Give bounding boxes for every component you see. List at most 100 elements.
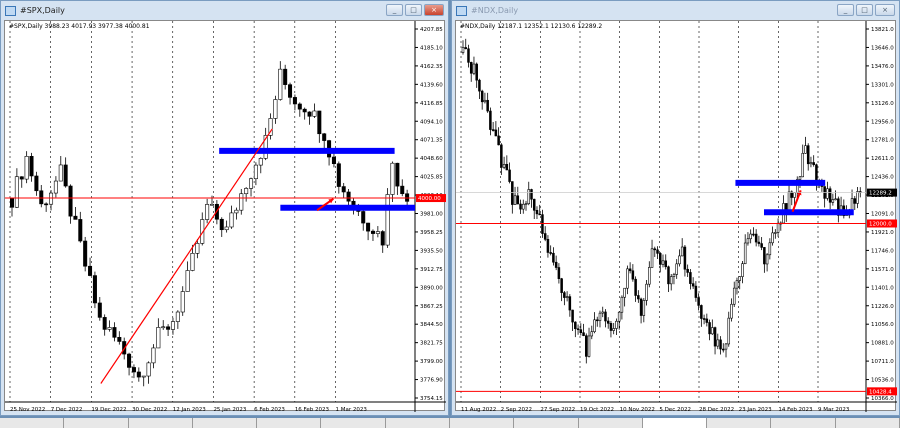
price-label: 3754.15 (420, 396, 443, 402)
candle-body (626, 268, 629, 289)
candle-body (765, 254, 769, 265)
price-label: 3867.25 (420, 304, 443, 310)
candle-body (400, 185, 405, 195)
candle-body (467, 48, 470, 63)
candle-body (812, 162, 815, 166)
candle-body (14, 176, 19, 208)
price-label: 11921.0 (871, 230, 894, 236)
chart-tab[interactable] (771, 418, 836, 428)
candle-body (475, 63, 478, 81)
chart-window-icon (456, 5, 467, 16)
date-label: 28 Dec 2022 (699, 407, 734, 412)
candle-body (563, 292, 566, 298)
candle-body (234, 209, 239, 214)
ndx-window[interactable]: #NDX,Daily _ □ × #NDX,Daily 12187.1 12352.… (451, 0, 900, 416)
candle-body (705, 318, 709, 323)
price-label: 4139.60 (420, 82, 443, 88)
candle-body (92, 275, 97, 304)
date-label: 30 Dec 2022 (132, 407, 167, 412)
candle-body (486, 99, 489, 112)
spx-chart[interactable]: #SPX,Daily 3988.23 4017.93 3977.38 4000.… (4, 20, 446, 412)
chart-window-icon (5, 5, 16, 16)
price-label: 13646.0 (871, 45, 894, 51)
candle-body (694, 285, 698, 298)
candle-body (478, 79, 481, 92)
price-label: 3958.25 (420, 230, 443, 236)
spx-titlebar[interactable]: #SPX,Daily (1, 1, 448, 20)
chart-tab[interactable] (129, 418, 193, 428)
candle-body (593, 319, 596, 333)
chart-tab[interactable] (514, 418, 579, 428)
candle-body (516, 195, 520, 205)
chart-tab[interactable] (64, 418, 129, 428)
close-button[interactable]: × (424, 4, 444, 16)
candle-body (574, 321, 577, 330)
price-label: 3935.50 (420, 248, 443, 254)
candle-body (136, 371, 141, 378)
maximize-button[interactable]: □ (405, 4, 422, 16)
candle-body (112, 327, 117, 338)
price-label: 13126.0 (871, 101, 894, 107)
candle-body (678, 255, 681, 265)
candle-body (502, 163, 506, 168)
candle-body (24, 156, 29, 180)
price-label: 10536.0 (871, 378, 894, 384)
price-label: 3890.00 (420, 285, 443, 291)
candle-body (771, 232, 774, 244)
candle-body (491, 129, 495, 131)
chart-tab[interactable] (193, 418, 258, 428)
ohlc-info: #NDX,Daily 12187.1 12352.1 12130.6 12289… (460, 23, 603, 30)
candle-body (730, 303, 733, 319)
chart-tab[interactable] (707, 418, 772, 428)
candle-body (78, 219, 83, 242)
candle-body (161, 326, 166, 329)
minimize-button[interactable]: _ (837, 4, 854, 16)
candle-body (617, 311, 621, 322)
candle-body (180, 291, 185, 313)
window-title: #SPX,Daily (20, 6, 65, 15)
candle-body (768, 242, 772, 256)
chart-tab[interactable] (257, 418, 322, 428)
candle-body (297, 103, 302, 110)
price-label: 3844.50 (420, 322, 443, 328)
price-label: 4207.85 (420, 27, 443, 33)
candle-body (175, 311, 180, 322)
candle-body (853, 198, 857, 204)
minimize-button[interactable]: _ (386, 4, 403, 16)
candle-body (102, 317, 107, 330)
candle-body (834, 198, 837, 201)
chart-tab[interactable] (579, 418, 643, 428)
chart-canvas: 4207.85 4185.10 4162.35 4139.60 4116.85 4094.… (5, 21, 446, 412)
candle-body (494, 129, 498, 137)
candle-body (156, 327, 161, 349)
spx-window[interactable]: #SPX,Daily _ □ × #SPX,Daily 3988.23 4017.9… (0, 0, 449, 416)
ndx-chart[interactable]: #NDX,Daily 12187.1 12352.1 12130.6 12289… (455, 20, 897, 412)
candle-body (489, 110, 492, 130)
candle-body (806, 145, 810, 165)
candle-body (341, 186, 346, 193)
chart-tab[interactable] (642, 418, 708, 428)
chart-tab[interactable] (321, 418, 386, 428)
trendline (100, 128, 273, 384)
ndx-titlebar[interactable]: #NDX,Daily (452, 1, 899, 20)
chart-tab[interactable] (0, 418, 65, 428)
candle-body (738, 276, 741, 281)
price-label: 11056.0 (871, 322, 894, 328)
window-title: #NDX,Daily (471, 6, 519, 15)
candle-body (541, 214, 544, 234)
chart-tab[interactable] (836, 418, 900, 428)
maximize-button[interactable]: □ (856, 4, 873, 16)
candle-body (195, 243, 200, 254)
chart-tab[interactable] (386, 418, 450, 428)
date-label: 7 Dec 2022 (51, 407, 83, 412)
candle-body (793, 192, 796, 198)
candle-body (97, 302, 102, 318)
candle-body (538, 213, 541, 216)
candle-body (380, 231, 385, 246)
candle-body (620, 296, 624, 313)
chart-tab[interactable] (450, 418, 515, 428)
price-label: 10881.0 (871, 341, 894, 347)
close-button[interactable]: × (875, 4, 895, 16)
candle-body (497, 135, 500, 146)
candle-body (661, 260, 665, 265)
